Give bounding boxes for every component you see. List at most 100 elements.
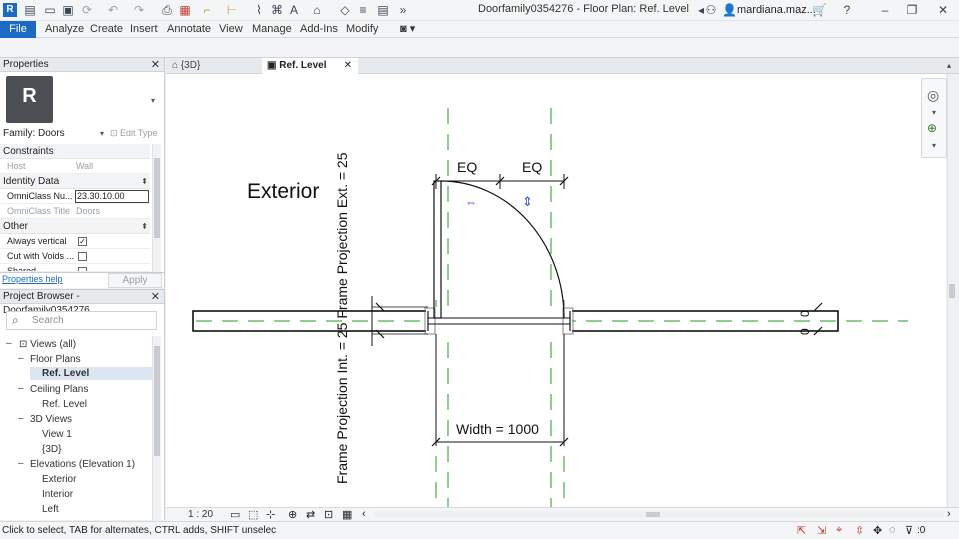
tree-ceiling-plan-ref-level[interactable]: Ref. Level (42, 398, 87, 411)
tree-ceiling-plans[interactable]: Ceiling Plans (30, 383, 88, 396)
family-selector[interactable]: Family: Doors ▾ (0, 126, 108, 141)
always-vertical-checkbox[interactable]: ✓ (78, 237, 87, 246)
visual-style-icon[interactable]: ⬚ (248, 508, 258, 521)
canvas-vertical-scrollbar[interactable] (947, 74, 956, 507)
group-identity-data[interactable]: Identity Data ⇞ (0, 174, 150, 189)
save-icon[interactable]: ▣ (61, 3, 75, 17)
3d-view-icon[interactable]: ⌘ (270, 3, 284, 17)
user-name[interactable]: mardiana.maz... (737, 4, 816, 16)
tree-view-1[interactable]: View 1 (42, 428, 72, 441)
default-3d-icon[interactable]: ⌂ (310, 3, 324, 17)
tab-3d-view[interactable]: ⌂ {3D} (172, 58, 200, 74)
tab-overflow-icon[interactable]: ▴ (947, 58, 951, 74)
open-icon[interactable]: ▤ (23, 3, 37, 17)
properties-help-link[interactable]: Properties help (2, 274, 63, 284)
chevron-down-icon[interactable]: ▾ (932, 108, 936, 117)
select-underlay-icon[interactable]: ⇲ (817, 524, 826, 537)
thin-lines-icon[interactable]: ≡ (356, 3, 370, 17)
chevron-down-icon[interactable]: ▾ (151, 96, 155, 105)
undo-icon[interactable]: ↶ (106, 3, 120, 17)
text-icon[interactable]: A (287, 3, 301, 17)
show-crop-icon[interactable]: ⊡ (324, 508, 333, 521)
help-icon[interactable]: ? (840, 3, 854, 17)
panel-toggle-icon[interactable]: ◙ ▾ (396, 21, 419, 38)
scrollbar-thumb[interactable] (154, 158, 160, 238)
community-icon[interactable]: ⚇ (704, 3, 718, 17)
collapse-icon[interactable]: ⇞ (141, 219, 148, 234)
redo-icon[interactable]: ↷ (132, 3, 146, 17)
scrollbar-thumb[interactable] (949, 284, 955, 298)
collapse-icon[interactable]: ⇞ (141, 174, 148, 189)
crop-view-icon[interactable]: ⇄ (306, 508, 315, 521)
cut-with-voids-checkbox[interactable] (78, 252, 87, 261)
select-pinned-icon[interactable]: ⌖ (836, 524, 842, 537)
cart-icon[interactable]: 🛒 (812, 3, 827, 17)
scroll-right-icon[interactable]: › (947, 508, 951, 520)
tab-ref-level[interactable]: ▣ Ref. Level ✕ (262, 58, 358, 74)
section-icon[interactable]: ◇ (338, 3, 352, 17)
tree-elevation-interior[interactable]: Interior (42, 488, 73, 501)
folder-open-icon[interactable]: ▭ (43, 3, 57, 17)
scrollbar-thumb[interactable] (154, 346, 160, 456)
tree-3d-views[interactable]: 3D Views (30, 413, 72, 426)
tab-file[interactable]: File (0, 21, 36, 38)
revit-app-icon[interactable]: R (3, 3, 17, 17)
tab-annotate[interactable]: Annotate (163, 21, 215, 38)
detail-level-icon[interactable]: ▭ (230, 508, 240, 521)
tab-create[interactable]: Create (86, 21, 127, 38)
select-by-face-icon[interactable]: ⇳ (855, 524, 864, 537)
tab-manage[interactable]: Manage (248, 21, 296, 38)
overflow-icon[interactable]: » (396, 3, 410, 17)
omniclass-number-input[interactable]: 23.30.10.00 (75, 190, 149, 203)
minimize-icon[interactable]: – (878, 3, 892, 17)
restore-icon[interactable]: ❐ (905, 3, 919, 17)
properties-scrollbar[interactable] (152, 144, 161, 272)
window-close-icon[interactable]: ✕ (936, 3, 950, 17)
tab-insert[interactable]: Insert (126, 21, 162, 38)
shadows-icon[interactable]: ⊕ (288, 508, 297, 521)
background-process-icon[interactable]: ◌ (889, 524, 896, 536)
edit-type-button[interactable]: ⊡ Edit Type (110, 126, 162, 141)
user-icon[interactable]: 👤 (722, 3, 737, 17)
tree-elevation-left[interactable]: Left (42, 503, 59, 516)
tree-elevations[interactable]: Elevations (Elevation 1) (30, 458, 135, 471)
tab-view[interactable]: View (215, 21, 247, 38)
select-links-icon[interactable]: ⇱ (797, 524, 806, 537)
drawing-canvas[interactable]: ⇔ ⇕ EQ EQ Width = 1000 Frame Projection … (166, 74, 946, 507)
tab-add-ins[interactable]: Add-Ins (296, 21, 342, 38)
tree-elevation-exterior[interactable]: Exterior (42, 473, 76, 486)
measure-icon[interactable]: ⌐ (200, 3, 214, 17)
tab-modify[interactable]: Modify (342, 21, 382, 38)
tree-floor-plans[interactable]: Floor Plans (30, 353, 81, 366)
tree-floor-plan-ref-level[interactable]: Ref. Level (30, 367, 152, 380)
close-icon[interactable]: ✕ (151, 58, 160, 72)
close-tab-icon[interactable]: ✕ (344, 58, 352, 74)
chevron-down-icon[interactable]: ▾ (932, 141, 936, 150)
tag-icon[interactable]: ⌇ (252, 3, 266, 17)
collapse-icon[interactable]: – (18, 383, 24, 394)
temp-hide-icon[interactable]: ▦ (342, 508, 352, 521)
dimension-icon[interactable]: ⊢ (225, 3, 239, 17)
close-icon[interactable]: ✕ (151, 290, 160, 304)
collapse-icon[interactable]: – (18, 413, 24, 424)
horizontal-scrollbar[interactable] (374, 511, 944, 518)
tree-views-all[interactable]: ⊡ Views (all) (19, 338, 76, 351)
apply-button[interactable]: Apply (108, 273, 162, 288)
scroll-left-icon[interactable]: ‹ (362, 508, 366, 520)
tree-3d-default[interactable]: {3D} (42, 443, 61, 456)
collapse-icon[interactable]: – (18, 353, 24, 364)
view-scale[interactable]: 1 : 20 (188, 509, 213, 520)
collapse-icon[interactable]: – (6, 338, 12, 349)
tab-analyze[interactable]: Analyze (41, 21, 88, 38)
steering-wheel-icon[interactable]: ◎ (927, 87, 939, 104)
browser-search-input[interactable]: Search (6, 311, 157, 330)
group-constraints[interactable]: Constraints (0, 144, 150, 159)
print-icon[interactable]: ⎙ (160, 3, 174, 17)
close-inactive-icon[interactable]: ▦ (178, 3, 192, 17)
filter-icon[interactable]: ⊽ (905, 524, 913, 537)
collapse-icon[interactable]: – (18, 458, 24, 469)
sun-path-icon[interactable]: ⊹ (266, 508, 275, 521)
browser-scrollbar[interactable] (152, 336, 161, 520)
sync-icon[interactable]: ⟳ (80, 3, 94, 17)
scrollbar-thumb[interactable] (646, 512, 660, 517)
